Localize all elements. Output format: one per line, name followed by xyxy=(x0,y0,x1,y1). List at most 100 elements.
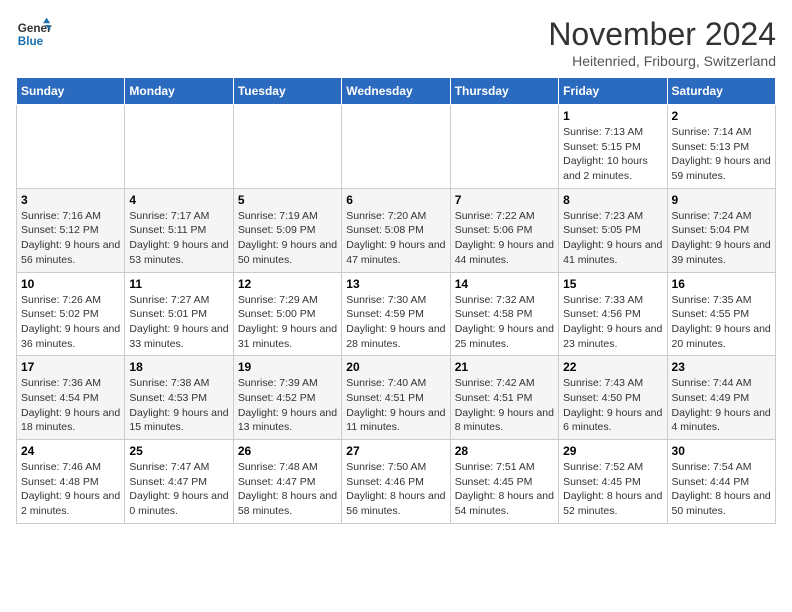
day-number: 24 xyxy=(21,444,120,458)
day-number: 9 xyxy=(672,193,771,207)
day-info: Sunrise: 7:48 AMSunset: 4:47 PMDaylight:… xyxy=(238,460,337,519)
day-number: 1 xyxy=(563,109,662,123)
calendar-cell: 25 Sunrise: 7:47 AMSunset: 4:47 PMDayligh… xyxy=(125,440,233,524)
calendar-cell xyxy=(233,105,341,189)
day-info: Sunrise: 7:38 AMSunset: 4:53 PMDaylight:… xyxy=(129,376,228,435)
day-info: Sunrise: 7:43 AMSunset: 4:50 PMDaylight:… xyxy=(563,376,662,435)
calendar-cell: 4 Sunrise: 7:17 AMSunset: 5:11 PMDaylight… xyxy=(125,188,233,272)
week-row-3: 17 Sunrise: 7:36 AMSunset: 4:54 PMDayligh… xyxy=(17,356,776,440)
month-title: November 2024 xyxy=(548,16,776,53)
day-info: Sunrise: 7:36 AMSunset: 4:54 PMDaylight:… xyxy=(21,376,120,435)
day-number: 7 xyxy=(455,193,554,207)
header: General Blue November 2024 Heitenried, F… xyxy=(16,16,776,69)
calendar-cell: 19 Sunrise: 7:39 AMSunset: 4:52 PMDayligh… xyxy=(233,356,341,440)
day-number: 17 xyxy=(21,360,120,374)
day-header-saturday: Saturday xyxy=(667,78,775,105)
day-number: 25 xyxy=(129,444,228,458)
day-info: Sunrise: 7:30 AMSunset: 4:59 PMDaylight:… xyxy=(346,293,445,352)
day-number: 3 xyxy=(21,193,120,207)
day-info: Sunrise: 7:26 AMSunset: 5:02 PMDaylight:… xyxy=(21,293,120,352)
day-number: 18 xyxy=(129,360,228,374)
calendar-cell: 14 Sunrise: 7:32 AMSunset: 4:58 PMDayligh… xyxy=(450,272,558,356)
location: Heitenried, Fribourg, Switzerland xyxy=(548,53,776,69)
calendar-cell xyxy=(17,105,125,189)
day-info: Sunrise: 7:35 AMSunset: 4:55 PMDaylight:… xyxy=(672,293,771,352)
calendar-cell: 5Sunrise: 7:19 AMSunset: 5:09 PMDaylight… xyxy=(233,188,341,272)
day-info: Sunrise: 7:54 AMSunset: 4:44 PMDaylight:… xyxy=(672,460,771,519)
day-info: Sunrise: 7:13 AMSunset: 5:15 PMDaylight:… xyxy=(563,125,662,184)
day-number: 2 xyxy=(672,109,771,123)
day-number: 26 xyxy=(238,444,337,458)
day-header-tuesday: Tuesday xyxy=(233,78,341,105)
day-number: 5 xyxy=(238,193,337,207)
calendar-cell: 26 Sunrise: 7:48 AMSunset: 4:47 PMDayligh… xyxy=(233,440,341,524)
svg-text:Blue: Blue xyxy=(18,35,44,48)
day-info: Sunrise: 7:50 AMSunset: 4:46 PMDaylight:… xyxy=(346,460,445,519)
day-info: Sunrise: 7:39 AMSunset: 4:52 PMDaylight:… xyxy=(238,376,337,435)
day-info: Sunrise: 7:51 AMSunset: 4:45 PMDaylight:… xyxy=(455,460,554,519)
week-row-2: 10Sunrise: 7:26 AMSunset: 5:02 PMDayligh… xyxy=(17,272,776,356)
day-info: Sunrise: 7:40 AMSunset: 4:51 PMDaylight:… xyxy=(346,376,445,435)
day-info: Sunrise: 7:29 AMSunset: 5:00 PMDaylight:… xyxy=(238,293,337,352)
calendar-cell: 29Sunrise: 7:52 AMSunset: 4:45 PMDayligh… xyxy=(559,440,667,524)
calendar-cell: 6Sunrise: 7:20 AMSunset: 5:08 PMDaylight… xyxy=(342,188,450,272)
day-info: Sunrise: 7:27 AMSunset: 5:01 PMDaylight:… xyxy=(129,293,228,352)
calendar-cell: 23Sunrise: 7:44 AMSunset: 4:49 PMDayligh… xyxy=(667,356,775,440)
day-number: 11 xyxy=(129,277,228,291)
day-number: 8 xyxy=(563,193,662,207)
calendar-cell: 21 Sunrise: 7:42 AMSunset: 4:51 PMDayligh… xyxy=(450,356,558,440)
calendar-cell: 1 Sunrise: 7:13 AMSunset: 5:15 PMDaylight… xyxy=(559,105,667,189)
calendar-cell: 27Sunrise: 7:50 AMSunset: 4:46 PMDayligh… xyxy=(342,440,450,524)
calendar-table: SundayMondayTuesdayWednesdayThursdayFrid… xyxy=(16,77,776,524)
day-info: Sunrise: 7:42 AMSunset: 4:51 PMDaylight:… xyxy=(455,376,554,435)
day-number: 28 xyxy=(455,444,554,458)
day-number: 19 xyxy=(238,360,337,374)
calendar-cell xyxy=(125,105,233,189)
calendar-cell: 17 Sunrise: 7:36 AMSunset: 4:54 PMDayligh… xyxy=(17,356,125,440)
week-row-0: 1 Sunrise: 7:13 AMSunset: 5:15 PMDaylight… xyxy=(17,105,776,189)
logo: General Blue xyxy=(16,16,52,52)
calendar-cell: 11 Sunrise: 7:27 AMSunset: 5:01 PMDayligh… xyxy=(125,272,233,356)
day-number: 22 xyxy=(563,360,662,374)
day-info: Sunrise: 7:44 AMSunset: 4:49 PMDaylight:… xyxy=(672,376,771,435)
day-number: 13 xyxy=(346,277,445,291)
calendar-cell: 15Sunrise: 7:33 AMSunset: 4:56 PMDayligh… xyxy=(559,272,667,356)
day-info: Sunrise: 7:16 AMSunset: 5:12 PMDaylight:… xyxy=(21,209,120,268)
day-info: Sunrise: 7:24 AMSunset: 5:04 PMDaylight:… xyxy=(672,209,771,268)
svg-text:General: General xyxy=(18,22,52,35)
day-number: 12 xyxy=(238,277,337,291)
day-header-friday: Friday xyxy=(559,78,667,105)
calendar-cell: 9 Sunrise: 7:24 AMSunset: 5:04 PMDaylight… xyxy=(667,188,775,272)
calendar-cell: 16 Sunrise: 7:35 AMSunset: 4:55 PMDayligh… xyxy=(667,272,775,356)
week-row-1: 3 Sunrise: 7:16 AMSunset: 5:12 PMDaylight… xyxy=(17,188,776,272)
calendar-cell: 12 Sunrise: 7:29 AMSunset: 5:00 PMDayligh… xyxy=(233,272,341,356)
title-area: November 2024 Heitenried, Fribourg, Swit… xyxy=(548,16,776,69)
day-info: Sunrise: 7:33 AMSunset: 4:56 PMDaylight:… xyxy=(563,293,662,352)
day-number: 14 xyxy=(455,277,554,291)
day-number: 16 xyxy=(672,277,771,291)
calendar-cell: 3 Sunrise: 7:16 AMSunset: 5:12 PMDaylight… xyxy=(17,188,125,272)
calendar-cell: 10Sunrise: 7:26 AMSunset: 5:02 PMDayligh… xyxy=(17,272,125,356)
day-header-sunday: Sunday xyxy=(17,78,125,105)
day-info: Sunrise: 7:17 AMSunset: 5:11 PMDaylight:… xyxy=(129,209,228,268)
calendar-cell: 13 Sunrise: 7:30 AMSunset: 4:59 PMDayligh… xyxy=(342,272,450,356)
day-info: Sunrise: 7:20 AMSunset: 5:08 PMDaylight:… xyxy=(346,209,445,268)
calendar-cell: 24 Sunrise: 7:46 AMSunset: 4:48 PMDayligh… xyxy=(17,440,125,524)
day-info: Sunrise: 7:22 AMSunset: 5:06 PMDaylight:… xyxy=(455,209,554,268)
calendar-cell: 20Sunrise: 7:40 AMSunset: 4:51 PMDayligh… xyxy=(342,356,450,440)
day-info: Sunrise: 7:14 AMSunset: 5:13 PMDaylight:… xyxy=(672,125,771,184)
day-number: 21 xyxy=(455,360,554,374)
calendar-cell: 18 Sunrise: 7:38 AMSunset: 4:53 PMDayligh… xyxy=(125,356,233,440)
calendar-cell: 30 Sunrise: 7:54 AMSunset: 4:44 PMDayligh… xyxy=(667,440,775,524)
day-info: Sunrise: 7:32 AMSunset: 4:58 PMDaylight:… xyxy=(455,293,554,352)
logo-icon: General Blue xyxy=(16,16,52,52)
day-info: Sunrise: 7:46 AMSunset: 4:48 PMDaylight:… xyxy=(21,460,120,519)
day-info: Sunrise: 7:52 AMSunset: 4:45 PMDaylight:… xyxy=(563,460,662,519)
calendar-cell xyxy=(450,105,558,189)
day-number: 4 xyxy=(129,193,228,207)
day-info: Sunrise: 7:47 AMSunset: 4:47 PMDaylight:… xyxy=(129,460,228,519)
calendar-cell: 8 Sunrise: 7:23 AMSunset: 5:05 PMDaylight… xyxy=(559,188,667,272)
day-info: Sunrise: 7:23 AMSunset: 5:05 PMDaylight:… xyxy=(563,209,662,268)
day-number: 30 xyxy=(672,444,771,458)
calendar-cell: 2 Sunrise: 7:14 AMSunset: 5:13 PMDaylight… xyxy=(667,105,775,189)
